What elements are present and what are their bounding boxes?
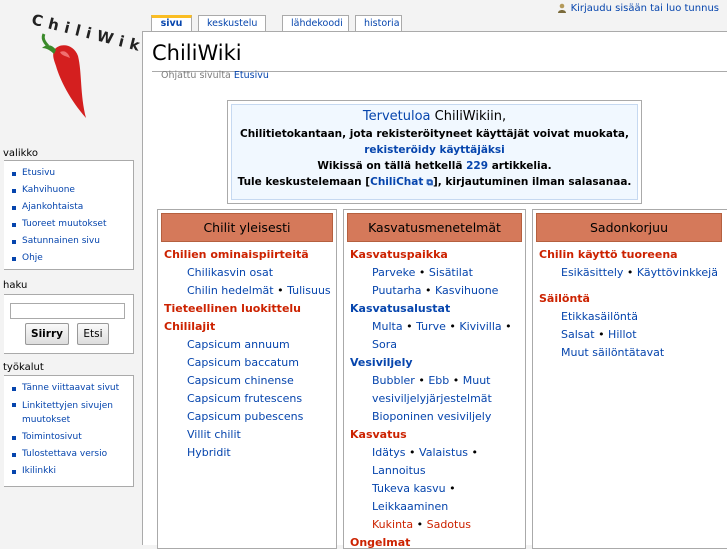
column-header: Sadonkorjuu — [536, 213, 722, 242]
user-icon — [557, 3, 567, 13]
list-item[interactable]: Chilien ominaispiirteitä — [164, 246, 336, 264]
list-item[interactable]: Tieteellinen luokittelu — [164, 300, 336, 318]
user-bar: Kirjaudu sisään tai luo tunnus — [557, 0, 719, 15]
list-item[interactable]: Vesiviljely — [350, 354, 525, 372]
page-title: ChiliWiki — [152, 41, 242, 65]
welcome-link[interactable]: Tervetuloa — [363, 109, 431, 124]
chili-logo-icon: ChiliWiki — [30, 10, 158, 119]
list-item[interactable]: Multa • Turve • Kivivilla • — [350, 318, 525, 336]
register-link[interactable]: rekisteröidy käyttäjäksi — [364, 144, 505, 156]
welcome-description: Chilitietokantaan, jota rekisteröityneet… — [239, 128, 630, 140]
search-portlet: Siirry Etsi — [4, 294, 134, 354]
list-item[interactable]: Capsicum pubescens — [164, 408, 336, 426]
column-methods: Kasvatusmenetelmät Kasvatuspaikka Parveke… — [343, 209, 526, 549]
list-item[interactable]: Kukinta • Sadotus — [350, 516, 525, 534]
list-item[interactable]: Salsat • Hillot — [539, 326, 727, 344]
page-tabs: sivu keskustelu lähdekoodi historia — [151, 15, 408, 32]
tool-item[interactable]: Toimintosivut — [12, 429, 133, 446]
chat-prefix: Tule keskustelemaan [ — [237, 176, 371, 188]
tool-item[interactable]: Ikilinkki — [12, 463, 133, 480]
list-item[interactable]: Kasvatuspaikka — [350, 246, 525, 264]
search-input[interactable] — [10, 303, 125, 319]
tool-item[interactable]: Tänne viittaavat sivut — [12, 380, 133, 397]
chilichat-link[interactable]: ChiliChat ⧉ — [370, 176, 433, 188]
list-item[interactable]: Ongelmat — [350, 534, 525, 548]
list-item — [539, 282, 727, 290]
main-content: ChiliWiki Ohjattu sivulta Etusivu Tervet… — [142, 31, 727, 549]
welcome-heading-rest: ChiliWikiin, — [434, 109, 507, 124]
column-list: Chilin käyttö tuoreena Esikäsittely • Käy… — [533, 246, 727, 362]
list-item[interactable]: Bubbler • Ebb • Muut — [350, 372, 525, 390]
sidebar-item[interactable]: Satunnainen sivu — [12, 233, 133, 250]
nav-heading: valikko — [3, 148, 38, 159]
search-button[interactable]: Etsi — [77, 323, 109, 345]
list-item[interactable]: Idätys • Valaistus • — [350, 444, 525, 462]
list-item[interactable]: Leikkaaminen — [350, 498, 525, 516]
list-item[interactable]: Tukeva kasvu • — [350, 480, 525, 498]
tab-source[interactable]: lähdekoodi — [282, 15, 349, 31]
welcome-count: Wikissä on tällä hetkellä 229 artikkelia… — [232, 160, 637, 172]
tool-item[interactable]: Tulostettava versio — [12, 446, 133, 463]
nav-list: Etusivu Kahvihuone Ajankohtaista Tuoreet mu… — [4, 161, 133, 270]
svg-text:ChiliWiki: ChiliWiki — [30, 10, 140, 58]
list-item[interactable]: Etikkasäilöntä — [539, 308, 727, 326]
article-count-link[interactable]: 229 — [466, 160, 488, 172]
list-item[interactable]: Chililajit — [164, 318, 336, 336]
sidebar-item[interactable]: Kahvihuone — [12, 182, 133, 199]
list-item[interactable]: Sora — [350, 336, 525, 354]
list-item[interactable]: Chilikasvin osat — [164, 264, 336, 282]
list-item[interactable]: Hybridit — [164, 444, 336, 462]
list-item[interactable]: Capsicum baccatum — [164, 354, 336, 372]
welcome-heading: Tervetuloa ChiliWikiin, — [232, 109, 637, 124]
list-item[interactable]: Bioponinen vesiviljely — [350, 408, 525, 426]
nav-portlet: Etusivu Kahvihuone Ajankohtaista Tuoreet mu… — [4, 160, 134, 270]
list-item[interactable]: Capsicum chinense — [164, 372, 336, 390]
redirect-prefix: Ohjattu sivulta — [161, 70, 231, 81]
list-item[interactable]: Capsicum annuum — [164, 336, 336, 354]
tools-heading: työkalut — [3, 362, 44, 373]
sidebar-item[interactable]: Ohje — [12, 250, 133, 267]
column-header: Chilit yleisesti — [161, 213, 333, 242]
column-list: Chilien ominaispiirteitä Chilikasvin osat… — [158, 246, 336, 462]
sidebar-item[interactable]: Ajankohtaista — [12, 199, 133, 216]
tab-history[interactable]: historia — [355, 15, 402, 31]
tools-portlet: Tänne viittaavat sivut Linkitettyjen sivu… — [4, 375, 134, 487]
list-item[interactable]: Parveke • Sisätilat — [350, 264, 525, 282]
list-item[interactable]: Lannoitus — [350, 462, 525, 480]
chat-suffix: ], kirjautuminen ilman salasanaa. — [432, 176, 632, 188]
list-item[interactable]: Muut säilöntätavat — [539, 344, 727, 362]
site-logo[interactable]: ChiliWiki — [0, 0, 158, 130]
welcome-box: Tervetuloa ChiliWikiin, Chilitietokantaa… — [227, 100, 642, 204]
welcome-chat: Tule keskustelemaan [ChiliChat ⧉], kirja… — [232, 176, 637, 188]
list-item[interactable]: Säilöntä — [539, 290, 727, 308]
list-item[interactable]: Kasvatus — [350, 426, 525, 444]
redirect-note: Ohjattu sivulta Etusivu — [161, 70, 269, 81]
tools-list: Tänne viittaavat sivut Linkitettyjen sivu… — [4, 376, 133, 483]
welcome-register: rekisteröidy käyttäjäksi — [232, 144, 637, 156]
column-general: Chilit yleisesti Chilien ominaispiirteit… — [157, 209, 337, 549]
login-link[interactable]: Kirjaudu sisään tai luo tunnus — [571, 3, 719, 14]
tool-item[interactable]: Linkitettyjen sivujen muutokset — [12, 397, 133, 429]
tab-page[interactable]: sivu — [151, 15, 192, 32]
list-item[interactable]: Chilin käyttö tuoreena — [539, 246, 727, 264]
list-item[interactable]: Puutarha • Kasvihuone — [350, 282, 525, 300]
column-list: Kasvatuspaikka Parveke • Sisätilat Puutarh… — [344, 246, 525, 548]
go-button[interactable]: Siirry — [25, 323, 69, 345]
list-item[interactable]: vesiviljelyjärjestelmät — [350, 390, 525, 408]
tab-discussion[interactable]: keskustelu — [198, 15, 266, 31]
count-suffix: artikkelia. — [491, 160, 552, 172]
list-item[interactable]: Chilin hedelmät • Tulisuus — [164, 282, 336, 300]
list-item[interactable]: Esikäsittely • Käyttövinkkejä — [539, 264, 727, 282]
list-item[interactable]: Villit chilit — [164, 426, 336, 444]
redirect-link[interactable]: Etusivu — [234, 70, 269, 81]
sidebar-item[interactable]: Etusivu — [12, 165, 133, 182]
list-item[interactable]: Capsicum frutescens — [164, 390, 336, 408]
external-link-icon: ⧉ — [423, 178, 433, 188]
list-item[interactable]: Kasvatusalustat — [350, 300, 525, 318]
sidebar-item[interactable]: Tuoreet muutokset — [12, 216, 133, 233]
column-header: Kasvatusmenetelmät — [347, 213, 522, 242]
search-heading: haku — [3, 280, 28, 291]
count-prefix: Wikissä on tällä hetkellä — [317, 160, 463, 172]
column-harvest: Sadonkorjuu Chilin käyttö tuoreena Esikäs… — [532, 209, 727, 549]
